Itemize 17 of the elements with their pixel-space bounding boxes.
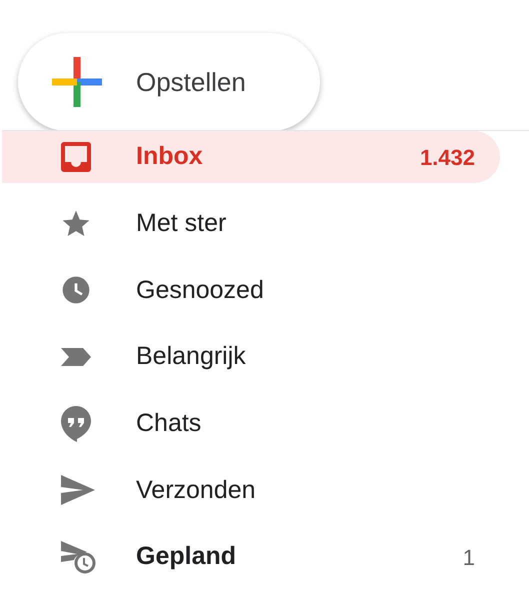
send-icon xyxy=(60,474,96,506)
nav-label: Gesnoozed xyxy=(136,274,265,306)
inbox-icon xyxy=(60,141,92,173)
nav-label: Chats xyxy=(136,408,202,439)
clock-icon xyxy=(60,274,92,306)
scheduled-send-icon xyxy=(60,540,98,574)
nav-label: Met ster xyxy=(136,208,228,239)
nav-label: Inbox xyxy=(136,141,204,172)
plus-icon xyxy=(52,57,102,107)
nav-label: Belangrijk xyxy=(136,341,247,372)
chat-bubble-icon xyxy=(60,404,92,443)
unread-count: 1 xyxy=(462,544,475,572)
nav-item[interactable]: Inbox 1.432 xyxy=(2,131,500,183)
nav-label: Verzonden xyxy=(136,474,257,506)
nav-label: Gepland xyxy=(136,541,238,572)
unread-count: 1.432 xyxy=(420,144,475,172)
compose-button[interactable]: Opstellen xyxy=(18,33,320,131)
